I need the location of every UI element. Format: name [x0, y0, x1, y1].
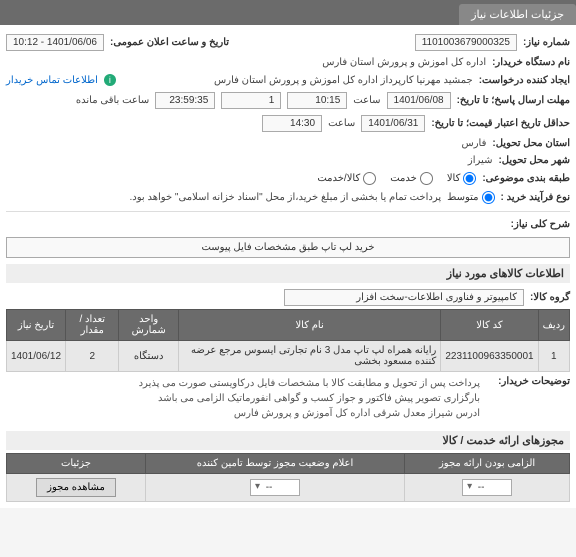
category-label: طبقه بندی موضوعی:: [482, 173, 570, 184]
th-name: نام کالا: [178, 310, 440, 341]
radio-service-input[interactable]: [420, 172, 433, 185]
radio-goods-input[interactable]: [463, 172, 476, 185]
cert-table: الزامی بودن ارائه مجوز اعلام وضعیت مجوز …: [6, 453, 570, 502]
goods-section-title: اطلاعات کالاهای مورد نیاز: [6, 264, 570, 283]
province-label: استان محل تحویل:: [492, 138, 570, 149]
remain-suffix: ساعت باقی مانده: [76, 95, 149, 106]
cert-required-select[interactable]: --: [462, 479, 512, 496]
time-label-1: ساعت: [353, 95, 380, 106]
validity-time: 14:30: [262, 115, 322, 132]
process-label: نوع فرآیند خرید :: [501, 192, 570, 203]
buyer-notes-label: توضیحات خریدار:: [480, 376, 570, 387]
view-cert-button[interactable]: مشاهده مجوز: [36, 478, 116, 497]
cell-unit: دستگاه: [119, 341, 178, 372]
validity-date: 1401/06/31: [361, 115, 425, 132]
remain-days: 1: [221, 92, 281, 109]
buyer-notes-text: پرداخت پس از تحویل و مطابقت کالا با مشخص…: [139, 376, 480, 421]
cell-name: رایانه همراه لپ تاپ مدل 3 نام تجارتی ایس…: [178, 341, 440, 372]
radio-both-input[interactable]: [363, 172, 376, 185]
buyer-note-line-1: پرداخت پس از تحویل و مطابقت کالا با مشخص…: [139, 376, 480, 391]
reply-time: 10:15: [287, 92, 347, 109]
city-value: شیراز: [468, 155, 493, 166]
desc-label: شرح کلی نیاز:: [511, 219, 570, 230]
goods-table: ردیف کد کالا نام کالا واحد شمارش تعداد /…: [6, 309, 570, 372]
cert-required-cell: --: [405, 474, 570, 502]
reply-deadline-label: مهلت ارسال پاسخ؛ تا تاریخ:: [457, 95, 570, 106]
cell-qty: 2: [66, 341, 119, 372]
cert-status-select[interactable]: --: [250, 479, 300, 496]
cert-status-cell: --: [145, 474, 404, 502]
buyer-label: نام دستگاه خریدار:: [492, 57, 570, 68]
radio-service[interactable]: خدمت: [390, 172, 433, 185]
radio-mid-input[interactable]: [482, 191, 495, 204]
cell-row: 1: [538, 341, 569, 372]
radio-goods[interactable]: کالا: [447, 172, 477, 185]
buyer-contact-link[interactable]: اطلاعات تماس خریدار: [6, 75, 98, 86]
radio-goods-label: کالا: [447, 173, 461, 184]
radio-both[interactable]: کالا/خدمت: [317, 172, 376, 185]
desc-box: خرید لپ تاپ طبق مشخصات فایل پیوست: [6, 237, 570, 258]
radio-service-label: خدمت: [390, 173, 417, 184]
buyer-note-line-2: بارگزاری تصویر پیش فاکتور و جواز کسب و گ…: [139, 391, 480, 406]
req-no-value: 1101003679000325: [415, 34, 517, 51]
th-row: ردیف: [538, 310, 569, 341]
buyer-value: اداره کل اموزش و پرورش استان فارس: [322, 57, 486, 68]
info-icon: i: [104, 74, 116, 86]
creator-label: ایجاد کننده درخواست:: [479, 75, 570, 86]
cert-section-title: مجوزهای ارائه خدمت / کالا: [6, 431, 570, 450]
th-cert-details: جزئیات: [7, 454, 146, 474]
th-date: تاریخ نیاز: [7, 310, 66, 341]
pub-time-value: 1401/06/06 - 10:12: [6, 34, 104, 51]
group-value: کامپیوتر و فناوری اطلاعات-سخت افزار: [284, 289, 524, 306]
tab-details[interactable]: جزئیات اطلاعات نیاز: [459, 4, 576, 25]
th-code: کد کالا: [441, 310, 538, 341]
cert-row: -- -- مشاهده مجوز: [7, 474, 570, 502]
th-cert-status: اعلام وضعیت مجوز توسط تامین کننده: [145, 454, 404, 474]
cell-date: 1401/06/12: [7, 341, 66, 372]
radio-mid[interactable]: متوسط: [447, 191, 494, 204]
radio-mid-label: متوسط: [447, 192, 478, 203]
process-radio-group: متوسط: [447, 191, 494, 204]
category-radio-group: کالا خدمت کالا/خدمت: [317, 172, 476, 185]
validity-label: حداقل تاریخ اعتبار قیمت؛ تا تاریخ:: [431, 118, 570, 129]
th-unit: واحد شمارش: [119, 310, 178, 341]
buyer-note-line-3: ادرس شیراز معدل شرقی اداره کل آموزش و پر…: [139, 406, 480, 421]
cell-code: 2231100963350001: [441, 341, 538, 372]
pub-time-label: تاریخ و ساعت اعلان عمومی:: [110, 37, 229, 48]
process-note: پرداخت تمام یا بخشی از مبلغ خرید،از محل …: [130, 192, 442, 203]
group-label: گروه کالا:: [530, 292, 570, 303]
time-label-2: ساعت: [328, 118, 355, 129]
th-qty: تعداد / مقدار: [66, 310, 119, 341]
table-row: 1 2231100963350001 رایانه همراه لپ تاپ م…: [7, 341, 570, 372]
cert-details-cell: مشاهده مجوز: [7, 474, 146, 502]
remain-hms: 23:59:35: [155, 92, 215, 109]
reply-date: 1401/06/08: [387, 92, 451, 109]
req-no-label: شماره نیاز:: [523, 37, 570, 48]
creator-value: جمشید مهرنیا کارپرداز اداره کل اموزش و پ…: [214, 75, 473, 86]
province-value: فارس: [462, 138, 487, 149]
th-cert-required: الزامی بودن ارائه مجوز: [405, 454, 570, 474]
city-label: شهر محل تحویل:: [498, 155, 570, 166]
radio-both-label: کالا/خدمت: [317, 173, 360, 184]
